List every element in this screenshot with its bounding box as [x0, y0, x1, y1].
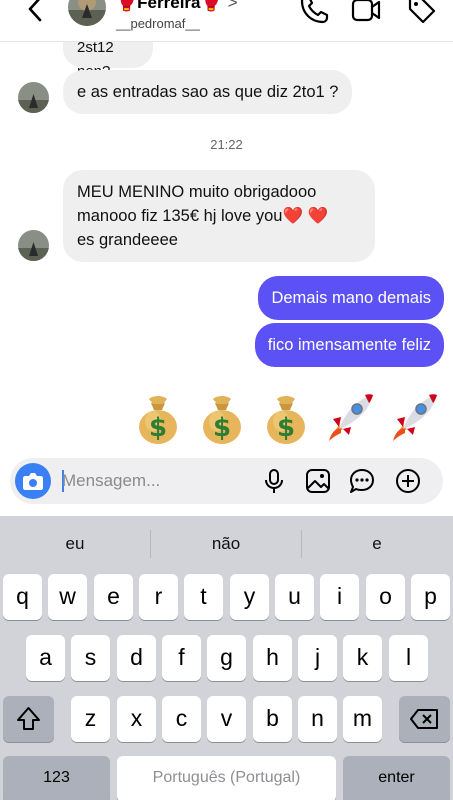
- emoji-message[interactable]: $ $ $: [129, 388, 443, 448]
- message-bubble-incoming[interactable]: MEU MENINO muito obrigadooo manooo fiz 1…: [63, 170, 375, 262]
- sticker-chat-icon[interactable]: [348, 467, 376, 495]
- name-decoration: 🥊: [200, 0, 222, 12]
- key-a[interactable]: a: [26, 635, 65, 681]
- message-bubble-outgoing[interactable]: Demais mano demais: [258, 276, 444, 320]
- message-bubble-incoming[interactable]: e as entradas sao as que diz 2to1 ?: [63, 70, 353, 114]
- svg-text:$: $: [277, 413, 295, 443]
- key-n[interactable]: n: [298, 696, 337, 742]
- rocket-icon: [393, 394, 437, 441]
- key-y[interactable]: y: [230, 574, 269, 620]
- sender-avatar[interactable]: [18, 82, 49, 113]
- money-bag-icon: $: [139, 396, 177, 444]
- key-d[interactable]: d: [117, 635, 156, 681]
- phone-icon[interactable]: [298, 0, 330, 26]
- key-v[interactable]: v: [207, 696, 246, 742]
- back-arrow-icon[interactable]: [22, 0, 50, 28]
- key-s[interactable]: s: [71, 635, 110, 681]
- key-c[interactable]: c: [162, 696, 201, 742]
- key-x[interactable]: x: [117, 696, 156, 742]
- shift-key[interactable]: [3, 696, 54, 742]
- key-z[interactable]: z: [71, 696, 110, 742]
- microphone-icon[interactable]: [260, 467, 288, 495]
- gallery-icon[interactable]: [304, 467, 332, 495]
- message-text: Demais mano demais: [271, 289, 431, 307]
- backspace-key[interactable]: [399, 696, 450, 742]
- key-m[interactable]: m: [343, 696, 382, 742]
- money-bag-icon: $: [203, 396, 241, 444]
- key-e[interactable]: e: [94, 574, 133, 620]
- contact-avatar[interactable]: [68, 0, 106, 26]
- message-thread: 2st12 nen? e as entradas sao as que diz …: [0, 42, 453, 454]
- name-decoration: 🥊: [116, 0, 138, 12]
- space-bar[interactable]: Português (Portugal): [117, 756, 336, 800]
- message-input[interactable]: [62, 466, 252, 496]
- key-j[interactable]: j: [298, 635, 337, 681]
- shift-arrow-icon: [17, 707, 40, 730]
- key-q[interactable]: q: [3, 574, 42, 620]
- contact-name[interactable]: 🥊Ferreira🥊 >: [116, 0, 238, 13]
- plus-circle-icon[interactable]: [394, 467, 422, 495]
- ios-keyboard: eu não e q w e r t y u i o p a s d f g h…: [0, 516, 453, 800]
- message-text: e as entradas sao as que diz 2to1 ?: [77, 83, 339, 101]
- svg-text:$: $: [213, 413, 231, 443]
- key-g[interactable]: g: [207, 635, 246, 681]
- key-o[interactable]: o: [366, 574, 405, 620]
- sender-avatar[interactable]: [18, 230, 49, 261]
- numbers-key[interactable]: 123: [3, 756, 110, 800]
- backspace-icon: [410, 709, 438, 729]
- message-text: fico imensamente feliz: [267, 336, 431, 354]
- camera-button[interactable]: [15, 463, 51, 499]
- rocket-icon: [329, 394, 373, 441]
- key-k[interactable]: k: [343, 635, 382, 681]
- video-call-icon[interactable]: [350, 0, 382, 26]
- message-text-line: manooo fiz 135€ hj love you❤️ ❤️: [77, 207, 329, 225]
- suggestion-item[interactable]: e: [302, 534, 452, 554]
- key-f[interactable]: f: [162, 635, 201, 681]
- suggestion-item[interactable]: não: [151, 534, 301, 554]
- tag-icon[interactable]: [406, 0, 438, 26]
- enter-key[interactable]: enter: [343, 756, 450, 800]
- message-text-line: es grandeeee: [77, 231, 178, 249]
- chat-header: 🥊Ferreira🥊 > __pedromaf__: [0, 0, 453, 42]
- camera-icon: [23, 473, 43, 490]
- suggestion-bar: eu não e: [0, 516, 453, 572]
- chevron-right-icon: >: [227, 0, 238, 12]
- contact-name-text: Ferreira: [137, 0, 201, 12]
- key-p[interactable]: p: [411, 574, 450, 620]
- key-i[interactable]: i: [320, 574, 359, 620]
- suggestion-item[interactable]: eu: [0, 534, 150, 554]
- contact-username: __pedromaf__: [116, 16, 200, 31]
- message-timestamp: 21:22: [210, 137, 243, 152]
- key-u[interactable]: u: [275, 574, 314, 620]
- key-t[interactable]: t: [184, 574, 223, 620]
- money-bag-icon: $: [267, 396, 305, 444]
- key-r[interactable]: r: [139, 574, 178, 620]
- svg-text:$: $: [149, 413, 167, 443]
- message-bubble-incoming[interactable]: 2st12 nen?: [63, 42, 153, 80]
- key-w[interactable]: w: [48, 574, 87, 620]
- message-composer: [10, 458, 443, 504]
- key-l[interactable]: l: [389, 635, 428, 681]
- message-text-line: MEU MENINO muito obrigadooo: [77, 183, 317, 201]
- key-h[interactable]: h: [253, 635, 292, 681]
- key-b[interactable]: b: [253, 696, 292, 742]
- message-bubble-outgoing[interactable]: fico imensamente feliz: [254, 323, 444, 367]
